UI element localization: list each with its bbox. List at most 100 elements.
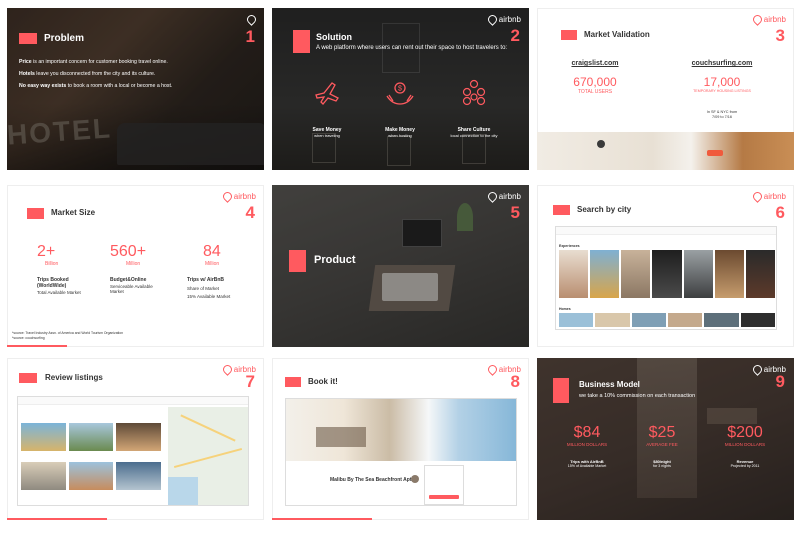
business-value: $25 bbox=[648, 424, 676, 441]
site-caption: TEMPORARY HOUSING LISTINGS bbox=[693, 89, 751, 93]
listing-grid bbox=[21, 423, 161, 490]
market-sub: Total Available Market bbox=[37, 290, 81, 295]
site-value: 670,000 bbox=[573, 75, 617, 89]
slide-product[interactable]: airbnb 5 Product bbox=[272, 185, 529, 347]
slide-market-size[interactable]: airbnb 4 Market Size 2+ Billion Trips Bo… bbox=[7, 185, 264, 347]
accent-block bbox=[27, 208, 44, 219]
airbnb-mark-icon bbox=[485, 190, 499, 203]
solution-item: $ Make Money when hosting bbox=[375, 78, 425, 138]
market-value: 2+ bbox=[37, 243, 56, 260]
market-value: 84 bbox=[203, 243, 221, 260]
listing-card[interactable] bbox=[116, 462, 161, 490]
business-value: $84 bbox=[573, 424, 601, 441]
host-avatar bbox=[411, 475, 419, 483]
slide-solution[interactable]: airbnb 2 Solution A web platform where u… bbox=[272, 8, 529, 170]
room-photo bbox=[537, 132, 794, 170]
accent-block bbox=[293, 30, 310, 53]
listing-card[interactable] bbox=[21, 423, 66, 451]
validation-col: couchsurfing.com 17,000 TEMPORARY HOUSIN… bbox=[667, 60, 777, 93]
app-navbar bbox=[556, 227, 776, 235]
map-road bbox=[173, 447, 243, 469]
accent-block bbox=[553, 378, 569, 403]
site-value: 17,000 bbox=[703, 75, 741, 89]
money-hands-icon: $ bbox=[386, 82, 414, 105]
people-icon bbox=[462, 79, 486, 106]
market-head: Budget&Online bbox=[110, 277, 147, 283]
slide-number: 9 bbox=[775, 372, 785, 391]
thumb-card bbox=[683, 250, 713, 298]
market-sub: 15% Available Market bbox=[187, 294, 231, 299]
svg-text:$: $ bbox=[398, 86, 402, 93]
market-unit: Million bbox=[205, 261, 220, 267]
thumb-card bbox=[595, 313, 630, 327]
slide-title: Market Validation bbox=[584, 30, 650, 39]
slide-title: Book it! bbox=[308, 377, 338, 386]
problem-item: Hotels leave you disconnected from the c… bbox=[19, 71, 156, 77]
object-shape bbox=[707, 150, 723, 156]
slide-market-validation[interactable]: airbnb 3 Market Validation craigslist.co… bbox=[537, 8, 794, 170]
map-panel[interactable] bbox=[168, 407, 248, 505]
slide-problem[interactable]: HOTEL 1 Problem Price is an important co… bbox=[7, 8, 264, 170]
thumb-card bbox=[559, 250, 589, 298]
listing-card[interactable] bbox=[68, 462, 114, 490]
thumb-card bbox=[590, 250, 620, 298]
homes-row bbox=[559, 313, 775, 327]
business-caption: MILLION DOLLARS bbox=[724, 442, 766, 447]
slide-title: Product bbox=[314, 254, 356, 266]
slide-overlay bbox=[272, 185, 529, 347]
airbnb-logo: airbnb bbox=[750, 13, 786, 26]
business-col: $200 MILLION DOLLARS Revenue Projected b… bbox=[712, 424, 778, 468]
thumb-card bbox=[631, 313, 666, 327]
slide-number: 5 bbox=[510, 203, 520, 222]
slide-review-listings[interactable]: airbnb 7 Review listings bbox=[7, 358, 264, 520]
listing-card[interactable] bbox=[68, 423, 114, 451]
airbnb-logo: airbnb bbox=[750, 190, 786, 203]
market-col: 2+ Billion Trips Booked (WorldWide) Tota… bbox=[37, 243, 87, 295]
listing-card[interactable] bbox=[21, 462, 66, 490]
solution-sub: when traveling bbox=[314, 133, 340, 138]
business-caption: MILLION DOLLARS bbox=[566, 442, 608, 447]
book-button[interactable] bbox=[429, 495, 459, 499]
business-sub: Projected by 2011 bbox=[730, 464, 760, 468]
accent-block bbox=[561, 30, 577, 40]
market-unit: Billion bbox=[45, 261, 59, 267]
market-unit: Million bbox=[126, 261, 141, 267]
accent-block bbox=[285, 377, 301, 387]
slide-search-by-city[interactable]: airbnb 6 Search by city Experiences Home… bbox=[537, 185, 794, 347]
slide-title: Solution bbox=[316, 32, 352, 42]
airbnb-logo: airbnb bbox=[485, 13, 521, 26]
slide-underline bbox=[272, 518, 372, 520]
market-col: 560+ Million Budget&Online Serviceable A… bbox=[110, 243, 165, 294]
problem-list: Price is an important concern for custom… bbox=[19, 56, 239, 92]
thumb-card bbox=[714, 250, 744, 298]
airbnb-mark-icon bbox=[485, 363, 499, 376]
validation-note: In SF & NYC from 7/09 to 7/16 bbox=[706, 110, 738, 119]
slide-number: 4 bbox=[245, 203, 255, 222]
slide-title: Review listings bbox=[45, 373, 103, 382]
experience-row bbox=[559, 250, 775, 298]
business-sub: 15% of Available Market bbox=[567, 464, 607, 468]
site-caption: TOTAL USERS bbox=[577, 89, 613, 95]
airbnb-mark-icon bbox=[485, 13, 499, 26]
slide-title: Market Size bbox=[51, 208, 96, 217]
slide-title: Search by city bbox=[577, 205, 632, 214]
market-col: 84 Million Trips w/ AirBnB Share of Mark… bbox=[187, 243, 247, 299]
airbnb-mark-icon bbox=[245, 13, 258, 26]
plane-icon bbox=[315, 82, 339, 105]
listing-card[interactable] bbox=[116, 423, 161, 451]
airbnb-mark-icon bbox=[220, 363, 234, 376]
airbnb-logo: airbnb bbox=[485, 190, 521, 203]
business-caption: AVERAGE FEE bbox=[646, 442, 678, 447]
airbnb-logo: airbnb bbox=[220, 190, 256, 203]
map-road bbox=[180, 414, 236, 442]
business-col: $84 MILLION DOLLARS Trips with AirBnB 15… bbox=[557, 424, 617, 468]
slide-business-model[interactable]: airbnb 9 Business Model we take a 10% co… bbox=[537, 358, 794, 520]
accent-block bbox=[289, 250, 306, 272]
slide-number: 1 bbox=[245, 27, 255, 46]
slide-number: 2 bbox=[510, 26, 520, 45]
slide-subtitle: we take a 10% commission on each transac… bbox=[579, 393, 696, 399]
airbnb-logo bbox=[245, 13, 258, 26]
slide-number: 7 bbox=[245, 372, 255, 391]
solution-sub: when hosting bbox=[388, 133, 412, 138]
slide-book-it[interactable]: airbnb 8 Book it! Malibu By The Sea Beac… bbox=[272, 358, 529, 520]
